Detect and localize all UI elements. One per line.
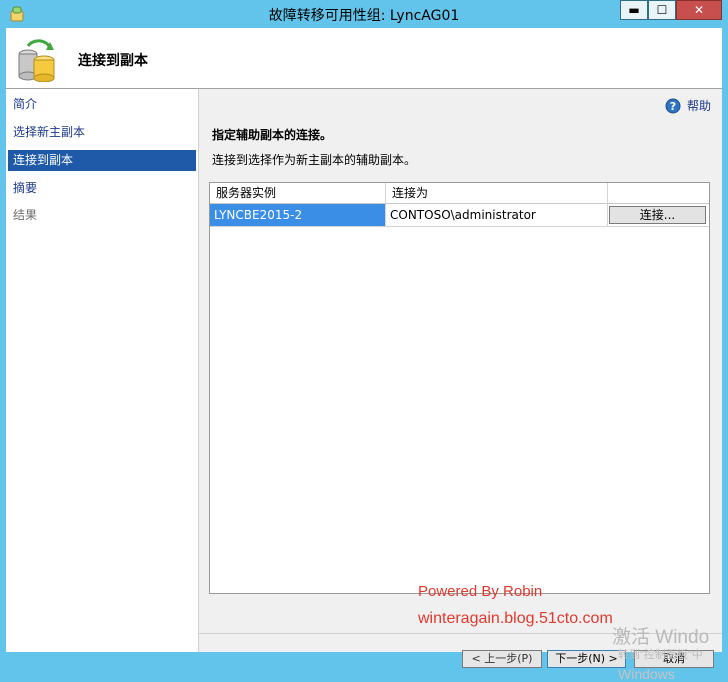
- connect-button[interactable]: 连接...: [609, 206, 706, 224]
- activation-notice-hint: 转到"控制面板"中: [618, 649, 703, 661]
- activation-notice-title: 激活 Windo: [612, 627, 710, 648]
- help-icon: ?: [665, 98, 681, 114]
- replica-connection-grid: 服务器实例 连接为 LYNCBE2015-2 CONTOSO\administr…: [209, 182, 710, 594]
- help-label: 帮助: [687, 99, 712, 113]
- sidebar-item-summary[interactable]: 摘要: [8, 178, 196, 199]
- minimize-button[interactable]: ▬: [620, 0, 648, 20]
- section-title: 指定辅助副本的连接。: [212, 128, 333, 142]
- title-bar: 故障转移可用性组: LyncAG01 ▬ ☐ ✕: [0, 0, 728, 28]
- window-title: 故障转移可用性组: LyncAG01: [268, 8, 460, 24]
- activation-notice-windows: Windows: [618, 666, 675, 682]
- column-header-server-instance[interactable]: 服务器实例: [210, 183, 386, 203]
- svg-text:?: ?: [670, 100, 676, 113]
- sidebar-item-results: 结果: [13, 208, 38, 222]
- watermark-blog: winteragain.blog.51cto.com: [418, 610, 613, 627]
- sidebar-item-select-primary[interactable]: 选择新主副本: [8, 122, 196, 143]
- column-header-action: [608, 183, 709, 203]
- sidebar-item-intro[interactable]: 简介: [8, 94, 196, 115]
- server-instance-cell[interactable]: LYNCBE2015-2: [210, 204, 386, 226]
- watermark-author: Powered By Robin: [418, 583, 543, 600]
- section-description: 连接到选择作为新主副本的辅助副本。: [212, 153, 417, 167]
- page-title: 连接到副本: [78, 53, 148, 69]
- next-button[interactable]: 下一步(N) >: [547, 650, 626, 668]
- table-row[interactable]: LYNCBE2015-2 CONTOSO\administrator 连接...: [210, 204, 709, 227]
- sidebar-item-connect-replicas[interactable]: 连接到副本: [8, 150, 196, 171]
- dialog-client-area: 连接到副本 简介 选择新主副本 连接到副本 摘要 结果 ? 帮助 指定辅助副本的…: [6, 28, 722, 682]
- close-button[interactable]: ✕: [676, 0, 722, 20]
- grid-header: 服务器实例 连接为: [210, 183, 709, 204]
- column-header-connect-as[interactable]: 连接为: [386, 183, 608, 203]
- wizard-steps-sidebar: 简介 选择新主副本 连接到副本 摘要 结果: [6, 89, 199, 652]
- wizard-content: ? 帮助 指定辅助副本的连接。 连接到选择作为新主副本的辅助副本。 服务器实例 …: [199, 89, 722, 652]
- database-refresh-icon: [18, 39, 55, 82]
- connect-as-cell: CONTOSO\administrator: [386, 204, 608, 226]
- maximize-button[interactable]: ☐: [648, 0, 676, 20]
- minimize-icon: ▬: [628, 3, 640, 17]
- previous-button[interactable]: < 上一步(P): [462, 650, 542, 668]
- close-icon: ✕: [693, 3, 705, 17]
- wizard-header: 连接到副本: [6, 28, 722, 89]
- maximize-icon: ☐: [656, 3, 668, 17]
